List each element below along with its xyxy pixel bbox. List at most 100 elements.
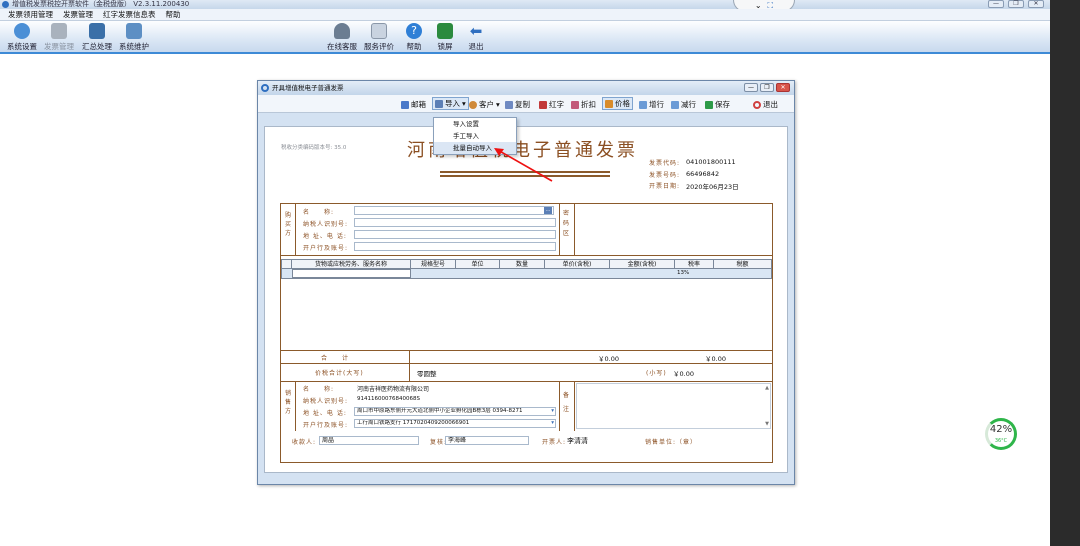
close-icon[interactable]: ✕ [1028, 0, 1044, 8]
dialog-minimize-icon[interactable]: — [744, 83, 758, 92]
payee-input[interactable]: 周晶 [319, 436, 419, 445]
buyer-address-label: 地 址、电 话: [303, 233, 347, 240]
performance-gauge[interactable]: 42% 36°C [985, 418, 1017, 450]
dialog-restore-icon[interactable]: ❐ [760, 83, 774, 92]
goods-grid[interactable]: 货物或应税劳务、服务名称 规格型号 单位 数量 单价(含税) 金额(含税) 税率… [281, 259, 772, 279]
goods-name-cell[interactable] [292, 269, 411, 278]
col-spec: 规格型号 [411, 260, 456, 269]
divider [574, 203, 575, 255]
invoice-date-label: 开票日期: [649, 183, 681, 190]
summary-button[interactable]: 汇总处理 [80, 23, 114, 52]
copy-button[interactable]: 复制 [505, 99, 530, 110]
help-button[interactable]: ? 帮助 [403, 23, 425, 52]
buyer-taxid-label: 纳税人识别号: [303, 221, 349, 228]
seller-address-select[interactable]: 周口市中原路东侧开元大道北侧中小企业孵化园B栋3层 0394-8271 ▾ [354, 407, 556, 416]
payee-label: 收款人: [292, 439, 317, 446]
tax-version-label: 税收分类编码版本号: 35.0 [281, 145, 347, 151]
remark-textarea[interactable]: ▲ ▼ [576, 383, 771, 429]
window-title: 增值税发票税控开票软件（金税盘版） V2.3.11.200430 [12, 0, 190, 8]
table-row[interactable]: 13% [282, 269, 771, 278]
chevron-down-icon[interactable]: ▾ [551, 420, 554, 427]
buyer-name-input[interactable]: … [354, 206, 554, 215]
invoice-date: 2020年06月23日 [686, 183, 739, 191]
discount-icon [571, 100, 579, 109]
system-maintenance-button[interactable]: 系统维护 [117, 23, 151, 52]
window-controls: — ❐ ✕ [988, 0, 1044, 8]
col-tax-rate: 税率 [675, 260, 714, 269]
menu-item-import-settings[interactable]: 导入设置 [434, 118, 516, 130]
buyer-taxid-input[interactable] [354, 218, 556, 227]
red-invoice-button[interactable]: 红字 [539, 99, 564, 110]
seller-bank-label: 开户行及账号: [303, 422, 349, 429]
buyer-name-label: 名 称: [303, 209, 335, 216]
lock-screen-button[interactable]: 锁屏 [433, 23, 457, 52]
issuer-name: 李清清 [567, 437, 588, 445]
issuer-label: 开票人: [542, 439, 567, 446]
import-button[interactable]: 导入 ▾ [432, 97, 469, 110]
tax-rate-cell[interactable]: 13% [677, 270, 689, 276]
online-service-button[interactable]: 在线客服 [326, 23, 358, 52]
menu-item-help[interactable]: 帮助 [166, 9, 181, 20]
dropdown-arrow-icon: ▾ [462, 99, 466, 108]
menu-item-invoice-management[interactable]: 发票管理 [63, 9, 93, 20]
scroll-down-icon[interactable]: ▼ [765, 421, 769, 427]
buyer-side-label: 购买方 [285, 212, 293, 237]
delete-row-button[interactable]: 减行 [671, 99, 696, 110]
copy-icon [505, 100, 513, 109]
email-button[interactable]: 邮箱 [401, 99, 426, 110]
minimize-icon[interactable]: — [988, 0, 1004, 8]
menu-item-red-invoice[interactable]: 红字发票信息表 [103, 9, 156, 20]
system-settings-button[interactable]: 系统设置 [5, 23, 39, 52]
document-icon [371, 23, 387, 39]
seller-bank-select[interactable]: 工行周口铁路支行 1717020409200066901 ▾ [354, 419, 556, 428]
right-black-edge [1050, 0, 1080, 546]
invoice-dialog: 开具增值税电子普通发票 — ❐ ✕ 邮箱 导入 ▾ 客户 ▾ 复制 红字 折扣 价格 增… [257, 80, 795, 485]
dialog-close-icon[interactable]: ✕ [776, 83, 790, 92]
divider [574, 381, 575, 431]
delete-row-icon [671, 100, 679, 109]
red-invoice-icon [539, 100, 547, 109]
dropdown-arrow-icon: ▾ [496, 100, 500, 109]
checker-input[interactable]: 李海峰 [445, 436, 529, 445]
buyer-bank-input[interactable] [354, 242, 556, 251]
monitor-icon [89, 23, 105, 39]
app-icon [2, 1, 9, 8]
seller-address-label: 地 址、电 话: [303, 410, 347, 417]
save-button[interactable]: 保存 [705, 99, 730, 110]
invoice-icon [51, 23, 67, 39]
seller-stamp-label: 销售单位:（章） [645, 439, 698, 446]
menu-item-invoice-receipt[interactable]: 发票领用管理 [8, 9, 53, 20]
main-toolbar: 系统设置 发票管理 汇总处理 系统维护 在线客服 服务评价 ? 帮助 锁屏 ⬅ 退出 [0, 21, 1050, 54]
agent-icon [334, 23, 350, 39]
add-row-icon [639, 100, 647, 109]
service-rating-button[interactable]: 服务评价 [363, 23, 395, 52]
customer-button[interactable]: 客户 ▾ [469, 99, 500, 110]
exit-dialog-button[interactable]: 退出 [753, 99, 778, 110]
buyer-address-input[interactable] [354, 230, 556, 239]
price-icon [605, 99, 613, 108]
invoice-management-button[interactable]: 发票管理 [42, 23, 76, 52]
divider [559, 203, 560, 255]
scroll-up-icon[interactable]: ▲ [765, 385, 769, 391]
total-tax: ￥0.00 [705, 355, 726, 363]
buyer-bank-label: 开户行及账号: [303, 245, 349, 252]
invoice-code: 041001800111 [686, 158, 736, 166]
total-amount: ￥0.00 [598, 355, 619, 363]
dialog-title: 开具增值税电子普通发票 [272, 84, 344, 92]
dialog-title-bar: 开具增值税电子普通发票 — ❐ ✕ [258, 81, 794, 95]
seller-taxid: 91411600076840068S [357, 396, 420, 402]
invoice-number: 66496842 [686, 170, 720, 178]
exit-button[interactable]: ⬅ 退出 [464, 23, 488, 52]
chevron-down-icon[interactable]: ▾ [551, 408, 554, 415]
dialog-toolbar: 邮箱 导入 ▾ 客户 ▾ 复制 红字 折扣 价格 增行 减行 保存 退出 [258, 95, 794, 113]
menu-bar: 发票领用管理 发票管理 红字发票信息表 帮助 [0, 9, 1050, 21]
browse-icon[interactable]: … [544, 207, 552, 214]
col-tax: 税额 [736, 261, 749, 268]
divider [409, 350, 410, 381]
price-button[interactable]: 价格 [602, 97, 633, 110]
menu-item-manual-import[interactable]: 手工导入 [434, 130, 516, 142]
remark-label: 备注 [563, 392, 571, 413]
discount-button[interactable]: 折扣 [571, 99, 596, 110]
restore-icon[interactable]: ❐ [1008, 0, 1024, 8]
add-row-button[interactable]: 增行 [639, 99, 664, 110]
